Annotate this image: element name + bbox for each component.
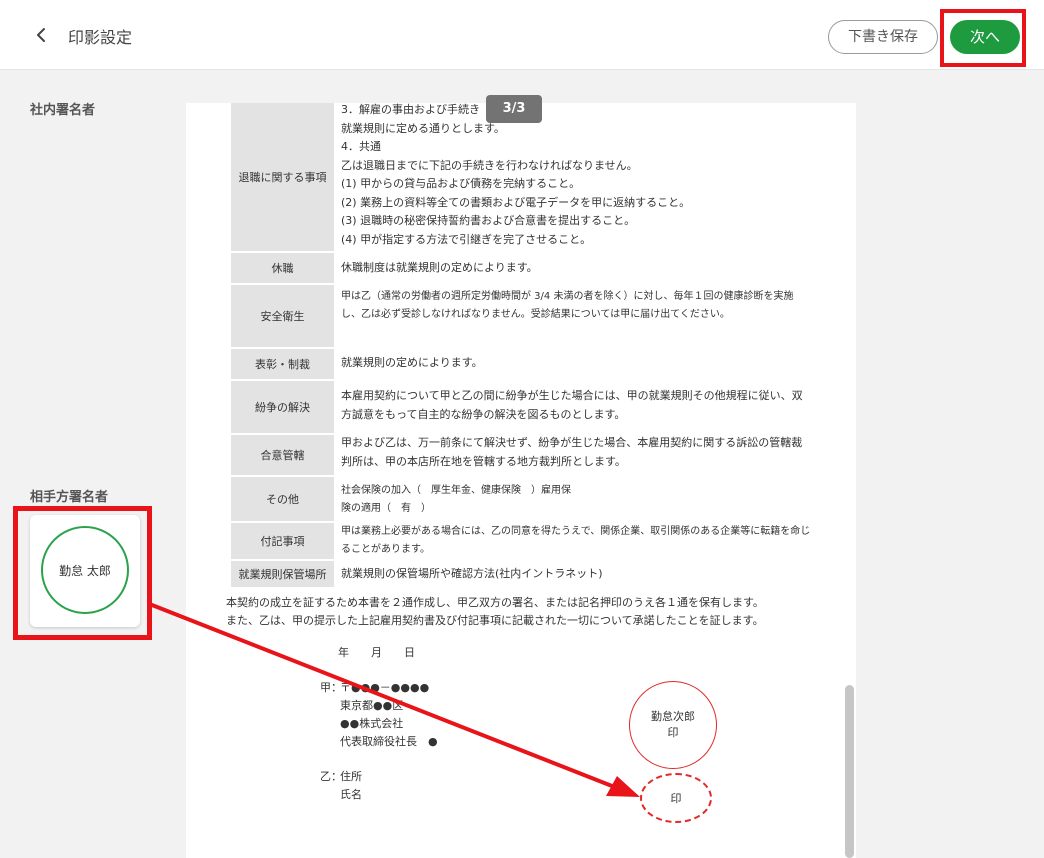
value-dispute: 本雇用契約について甲と乙の間に紛争が生じた場合には、甲の就業規則その他規程に従い… — [341, 389, 803, 421]
value-leave: 休職制度は就業規則の定めによります。 — [341, 261, 538, 274]
stamp-drop-target[interactable]: 印 — [640, 773, 712, 823]
party-a-postal: 〒●●●－●●●● — [340, 681, 430, 694]
label-retirement: 退職に関する事項 — [231, 103, 334, 251]
retirement-line: 4．共通 — [341, 140, 381, 153]
retirement-line: (2) 業務上の資料等全ての書類および電子データを甲に返納すること。 — [341, 195, 691, 209]
top-bar: 印影設定 下書き保存 次へ — [0, 0, 1044, 70]
party-b-name: 氏名 — [340, 788, 362, 801]
party-b-label: 乙： — [320, 770, 342, 783]
retirement-line: (1) 甲からの貸与品および債務を完納すること。 — [341, 177, 581, 190]
value-safety: 甲は乙（通常の労働者の週所定労働時間が 3/4 未満の者を除く）に対し、毎年１回… — [341, 291, 794, 320]
label-rules-location: 就業規則保管場所 — [231, 561, 334, 587]
scrollbar[interactable] — [845, 685, 854, 858]
party-a-seal-name: 勤怠次郎 — [651, 710, 695, 723]
value-jurisdiction: 甲および乙は、万一前条にて解決せず、紛争が生じた場合、本雇用契約に関する訴訟の管… — [341, 436, 803, 468]
save-draft-button[interactable]: 下書き保存 — [828, 20, 938, 54]
retirement-line: (3) 退職時の秘密保持誓約書および合意書を提出すること。 — [341, 214, 636, 227]
value-retirement: 3．解雇の事由および手続き 就業規則に定める通りとします。 4．共通 乙は退職日… — [341, 103, 811, 249]
stamp-highlight — [13, 506, 152, 640]
party-b-address: 住所 — [340, 770, 362, 783]
internal-signer-label: 社内署名者 — [30, 103, 96, 118]
document-page: 退職に関する事項 3．解雇の事由および手続き 就業規則に定める通りとします。 4… — [186, 103, 856, 858]
value-rules-location: 就業規則の保管場所や確認方法(社内イントラネット) — [341, 567, 603, 580]
label-supplementary: 付記事項 — [231, 523, 334, 559]
date-line: 年 月 日 — [338, 646, 415, 659]
closing-text-2: また、乙は、甲の提示した上記雇用契約書及び付記事項に記載された一切について承諾し… — [226, 614, 764, 627]
retirement-line: (4) 甲が指定する方法で引継ぎを完了させること。 — [341, 232, 592, 246]
value-supplementary: 甲は業務上必要がある場合には、乙の同意を得たうえで、関係企業、取引関係のある企業… — [341, 526, 811, 555]
label-discipline: 表彰・制裁 — [231, 349, 334, 379]
page-indicator: 3/3 — [486, 95, 542, 123]
party-a-company: ●●株式会社 — [340, 717, 404, 730]
label-jurisdiction: 合意管轄 — [231, 435, 334, 475]
next-button-highlight — [940, 9, 1026, 67]
label-safety: 安全衛生 — [231, 285, 334, 347]
chevron-left-icon[interactable] — [30, 22, 54, 48]
label-leave: 休職 — [231, 253, 334, 283]
party-a-seal-mark: 印 — [667, 726, 679, 739]
retirement-line: 3．解雇の事由および手続き — [341, 103, 480, 116]
party-a-seal: 勤怠次郎 印 — [629, 681, 717, 769]
retirement-line: 就業規則に定める通りとします。 — [341, 121, 505, 135]
label-other: その他 — [231, 477, 334, 521]
label-dispute: 紛争の解決 — [231, 381, 334, 433]
party-a-address: 東京都●●区 — [340, 699, 404, 712]
value-other: 社会保険の加入（ 厚生年金、健康保険 ）雇用保険の適用（ 有 ） — [341, 485, 571, 514]
party-a-label: 甲： — [320, 681, 342, 694]
value-discipline: 就業規則の定めによります。 — [341, 356, 483, 369]
party-a-representative: 代表取締役社長 ● — [340, 735, 438, 748]
closing-text-1: 本契約の成立を証するため本書を２通作成し、甲乙双方の署名、または記名押印のうえ各… — [226, 596, 764, 609]
page-title: 印影設定 — [68, 28, 133, 47]
counterparty-signer-label: 相手方署名者 — [30, 490, 109, 505]
retirement-line: 乙は退職日までに下記の手続きを行わなければなりません。 — [341, 158, 638, 172]
